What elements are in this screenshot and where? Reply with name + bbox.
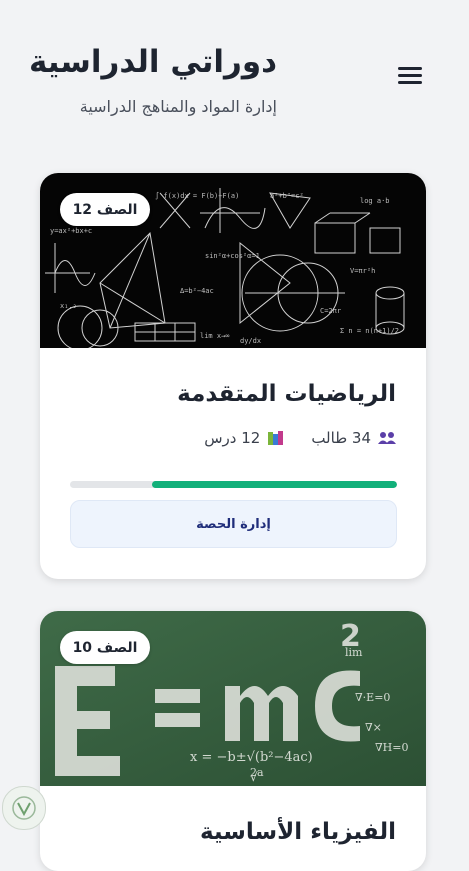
course-progress-fill <box>151 481 397 488</box>
grade-badge: الصف 12 <box>60 193 150 226</box>
svg-text:x₁,₂: x₁,₂ <box>60 302 77 310</box>
course-card[interactable]: ∫ f(x)dx = F(b)−F(a) sin²α+cos²α=1 a²+b²… <box>40 173 426 579</box>
course-meta: 34 طالب 12 درس <box>204 429 396 447</box>
students-count: 34 طالب <box>311 429 396 447</box>
svg-text:∇×: ∇× <box>365 721 382 734</box>
svg-text:∇H=0: ∇H=0 <box>375 741 409 754</box>
svg-text:Σ n = n(n+1)/2: Σ n = n(n+1)/2 <box>340 327 399 335</box>
svg-text:a²+b²=c²: a²+b²=c² <box>270 192 304 200</box>
students-label: 34 طالب <box>311 429 371 447</box>
page-subtitle: إدارة المواد والمناهج الدراسية <box>79 97 277 116</box>
grade-badge: الصف 10 <box>60 631 150 664</box>
svg-text:C=2πr: C=2πr <box>320 307 341 315</box>
hamburger-menu-icon[interactable] <box>398 64 428 92</box>
svg-text:log a·b: log a·b <box>360 197 390 205</box>
manage-class-button[interactable]: إدارة الحصة <box>70 500 397 548</box>
svg-text:y=ax²+bx+c: y=ax²+bx+c <box>50 227 92 235</box>
svg-text:sin²α+cos²α=1: sin²α+cos²α=1 <box>205 252 260 260</box>
svg-text:Δ=b²−4ac: Δ=b²−4ac <box>180 287 214 295</box>
svg-text:V=πr²h: V=πr²h <box>350 267 375 275</box>
course-title: الفيزياء الأساسية <box>199 819 396 845</box>
svg-text:dy/dx: dy/dx <box>240 337 261 345</box>
svg-text:lim: lim <box>345 646 363 659</box>
course-card[interactable]: 2 lim ∇·E=0 ∇× ∇H=0 x = −b±√(b²−4ac) 2a … <box>40 611 426 871</box>
lessons-label: 12 درس <box>204 429 261 447</box>
svg-text:lim x→∞: lim x→∞ <box>200 332 230 340</box>
course-title: الرياضيات المتقدمة <box>177 381 396 407</box>
books-icon <box>267 430 285 446</box>
page-header: دوراتي الدراسية إدارة المواد والمناهج ال… <box>0 0 469 140</box>
students-icon <box>378 431 396 445</box>
svg-text:√: √ <box>250 770 258 784</box>
watermark-logo-icon <box>2 786 46 830</box>
course-progress-bar <box>70 481 397 488</box>
svg-text:∫ f(x)dx = F(b)−F(a): ∫ f(x)dx = F(b)−F(a) <box>155 191 239 200</box>
page-title: دوراتي الدراسية <box>28 44 277 80</box>
svg-text:x = −b±√(b²−4ac): x = −b±√(b²−4ac) <box>190 750 313 765</box>
lessons-count: 12 درس <box>204 429 285 447</box>
svg-text:∇·E=0: ∇·E=0 <box>355 691 390 704</box>
